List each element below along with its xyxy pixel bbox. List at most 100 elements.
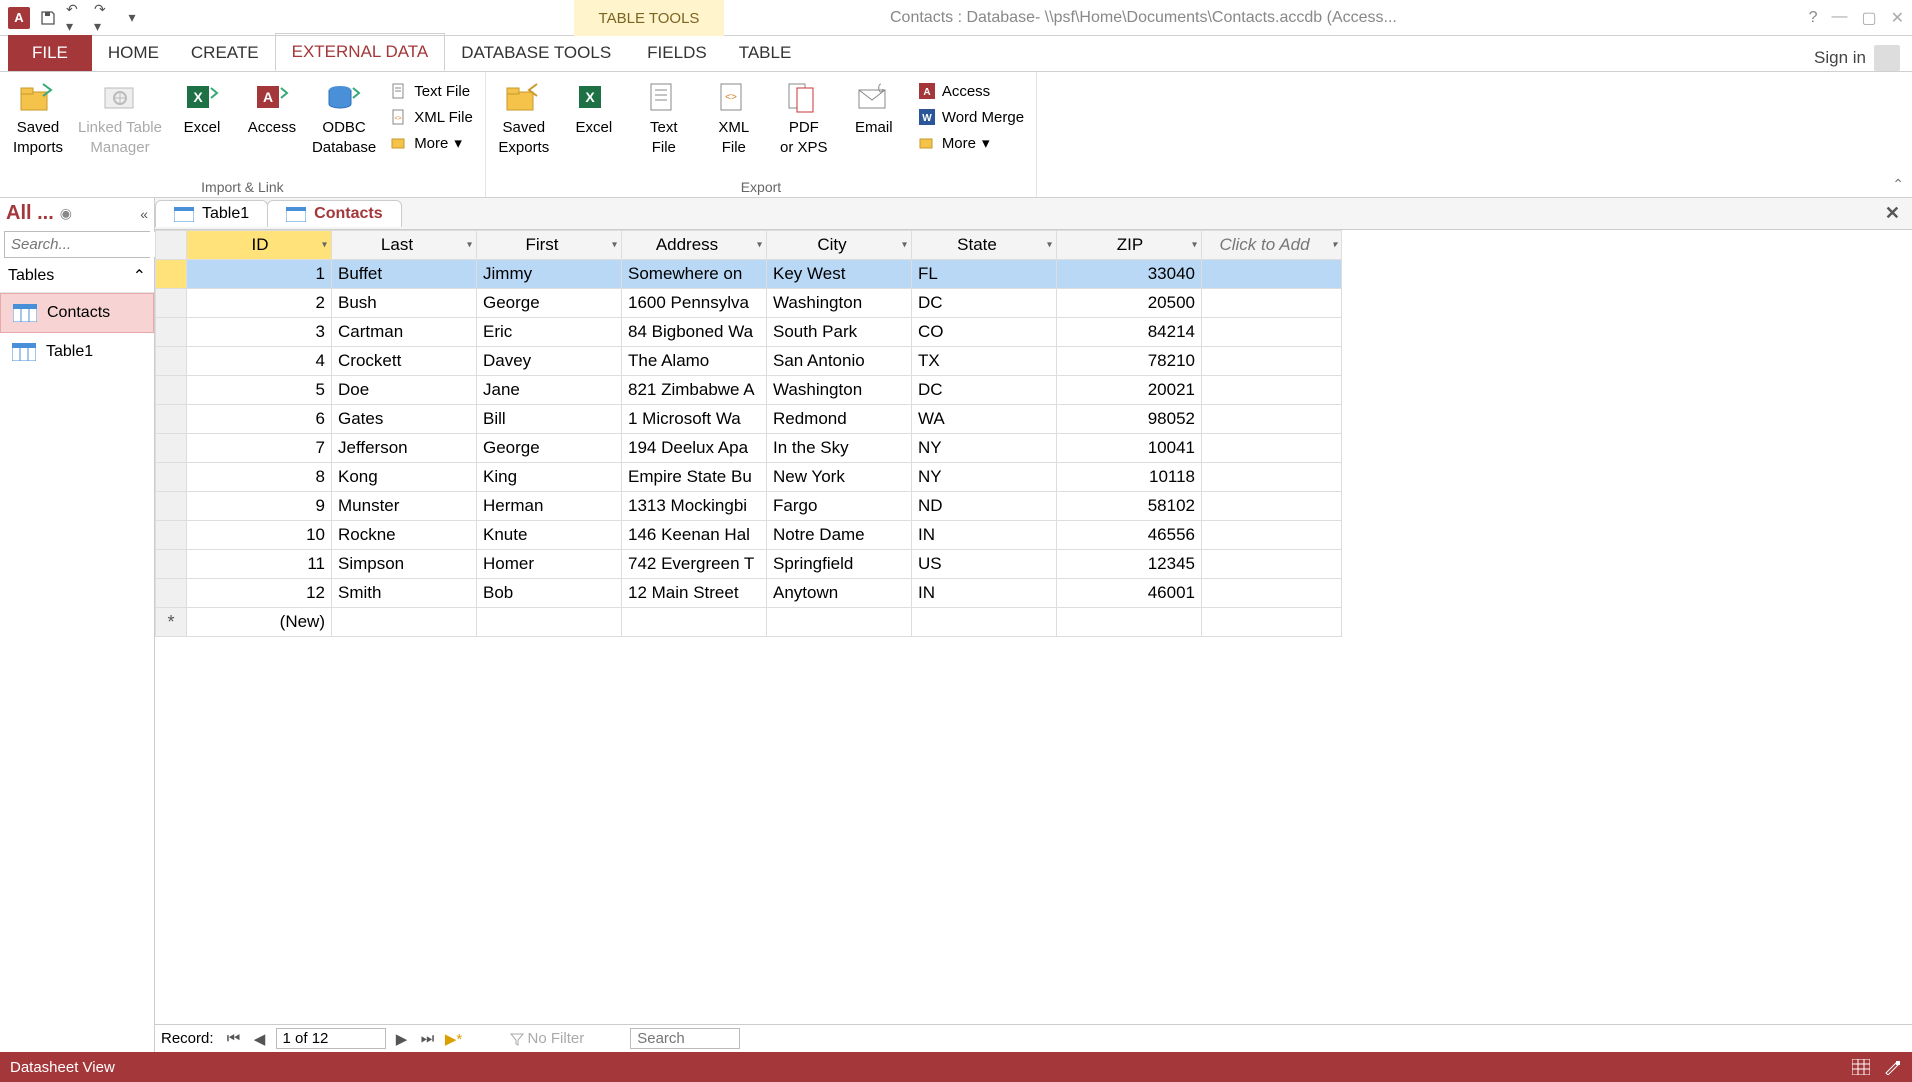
nav-prev-icon[interactable]: ◀ xyxy=(250,1030,270,1048)
cell-add[interactable] xyxy=(1202,492,1342,521)
cell-add[interactable] xyxy=(1202,260,1342,289)
export-excel-button[interactable]: X Excel xyxy=(564,80,624,138)
cell-state[interactable]: NY xyxy=(912,463,1057,492)
nav-last-icon[interactable]: ⏭ xyxy=(418,1030,438,1047)
cell-first[interactable]: Jimmy xyxy=(477,260,622,289)
cell-add[interactable] xyxy=(1202,376,1342,405)
cell-state[interactable]: DC xyxy=(912,376,1057,405)
column-header-state[interactable]: State▾ xyxy=(912,231,1057,260)
row-selector[interactable] xyxy=(156,289,187,318)
select-all-cell[interactable] xyxy=(156,231,187,260)
tab-database-tools[interactable]: DATABASE TOOLS xyxy=(445,35,627,71)
cell-zip[interactable]: 20021 xyxy=(1057,376,1202,405)
cell-id[interactable]: 6 xyxy=(187,405,332,434)
cell-first[interactable]: King xyxy=(477,463,622,492)
cell-city[interactable]: Springfield xyxy=(767,550,912,579)
tab-external-data[interactable]: EXTERNAL DATA xyxy=(275,33,446,71)
email-button[interactable]: Email xyxy=(844,80,904,138)
row-selector[interactable] xyxy=(156,492,187,521)
export-text-file-button[interactable]: Text File xyxy=(634,80,694,157)
new-row[interactable]: *(New) xyxy=(156,608,1342,637)
cell-add[interactable] xyxy=(1202,434,1342,463)
cell-state[interactable]: WA xyxy=(912,405,1057,434)
chevron-down-icon[interactable]: ▾ xyxy=(322,240,327,251)
table-row[interactable]: 1BuffetJimmySomewhere onKey WestFL33040 xyxy=(156,260,1342,289)
chevron-down-icon[interactable]: ▾ xyxy=(1192,240,1197,251)
cell-last[interactable]: Doe xyxy=(332,376,477,405)
help-icon[interactable]: ? xyxy=(1809,9,1818,27)
cell-address[interactable]: 84 Bigboned Wa xyxy=(622,318,767,347)
datasheet-view-icon[interactable] xyxy=(1852,1059,1870,1075)
save-icon[interactable] xyxy=(38,8,58,28)
nav-collapse-icon[interactable]: « xyxy=(140,206,148,222)
import-access-button[interactable]: A Access xyxy=(242,80,302,138)
table-row[interactable]: 9MunsterHerman1313 MockingbiFargoND58102 xyxy=(156,492,1342,521)
tab-home[interactable]: HOME xyxy=(92,35,175,71)
cell-zip[interactable]: 46556 xyxy=(1057,521,1202,550)
cell-state[interactable]: IN xyxy=(912,521,1057,550)
cell-address[interactable]: 12 Main Street xyxy=(622,579,767,608)
cell-city[interactable]: Fargo xyxy=(767,492,912,521)
no-filter[interactable]: No Filter xyxy=(510,1030,585,1047)
column-header-first[interactable]: First▾ xyxy=(477,231,622,260)
nav-title[interactable]: All ... xyxy=(6,202,54,225)
cell-last[interactable]: Kong xyxy=(332,463,477,492)
cell-add[interactable] xyxy=(1202,550,1342,579)
column-header-id[interactable]: ID▾ xyxy=(187,231,332,260)
cell-first[interactable]: Herman xyxy=(477,492,622,521)
cell-zip[interactable]: 33040 xyxy=(1057,260,1202,289)
record-position-input[interactable] xyxy=(276,1028,386,1049)
import-excel-button[interactable]: X Excel xyxy=(172,80,232,138)
column-header-zip[interactable]: ZIP▾ xyxy=(1057,231,1202,260)
new-row-indicator[interactable]: * xyxy=(156,608,187,637)
table-row[interactable]: 12SmithBob12 Main StreetAnytownIN46001 xyxy=(156,579,1342,608)
table-row[interactable]: 3CartmanEric84 Bigboned WaSouth ParkCO84… xyxy=(156,318,1342,347)
cell-last[interactable]: Munster xyxy=(332,492,477,521)
cell-address[interactable]: 194 Deelux Apa xyxy=(622,434,767,463)
cell-zip[interactable]: 12345 xyxy=(1057,550,1202,579)
cell-address[interactable]: 742 Evergreen T xyxy=(622,550,767,579)
cell-add[interactable] xyxy=(1202,318,1342,347)
cell-address[interactable]: 1600 Pennsylva xyxy=(622,289,767,318)
row-selector[interactable] xyxy=(156,463,187,492)
export-access-button[interactable]: A Access xyxy=(914,80,1028,102)
cell-last[interactable]: Buffet xyxy=(332,260,477,289)
chevron-down-icon[interactable]: ▾ xyxy=(902,240,907,251)
tab-table[interactable]: TABLE xyxy=(723,35,808,71)
cell-city[interactable]: Washington xyxy=(767,289,912,318)
cell-id[interactable]: 7 xyxy=(187,434,332,463)
maximize-icon[interactable]: ▢ xyxy=(1861,8,1876,28)
cell-last[interactable]: Smith xyxy=(332,579,477,608)
cell-id[interactable]: 5 xyxy=(187,376,332,405)
cell-last[interactable]: Bush xyxy=(332,289,477,318)
table-row[interactable]: 4CrockettDaveyThe AlamoSan AntonioTX7821… xyxy=(156,347,1342,376)
cell-address[interactable]: Somewhere on xyxy=(622,260,767,289)
doc-tab-table1[interactable]: Table1 xyxy=(155,200,268,227)
cell-zip[interactable]: 58102 xyxy=(1057,492,1202,521)
cell-address[interactable]: Empire State Bu xyxy=(622,463,767,492)
cell-state[interactable]: CO xyxy=(912,318,1057,347)
column-header-add[interactable]: Click to Add▾ xyxy=(1202,231,1342,260)
close-tab-icon[interactable]: ✕ xyxy=(1873,203,1912,224)
cell-zip[interactable]: 10118 xyxy=(1057,463,1202,492)
cell-first[interactable]: Davey xyxy=(477,347,622,376)
undo-icon[interactable]: ↶ ▾ xyxy=(66,8,86,28)
cell-city[interactable]: South Park xyxy=(767,318,912,347)
nav-dropdown-icon[interactable]: ◉ xyxy=(60,205,72,222)
cell-id[interactable]: 12 xyxy=(187,579,332,608)
chevron-down-icon[interactable]: ▾ xyxy=(467,240,472,251)
chevron-down-icon[interactable]: ▾ xyxy=(757,240,762,251)
tab-create[interactable]: CREATE xyxy=(175,35,275,71)
tab-fields[interactable]: FIELDS xyxy=(631,35,723,71)
design-view-icon[interactable] xyxy=(1884,1059,1902,1075)
nav-item-table1[interactable]: Table1 xyxy=(0,333,154,371)
cell-state[interactable]: DC xyxy=(912,289,1057,318)
cell-state[interactable]: US xyxy=(912,550,1057,579)
cell-add[interactable] xyxy=(1202,463,1342,492)
table-row[interactable]: 8KongKingEmpire State BuNew YorkNY10118 xyxy=(156,463,1342,492)
export-pdf-xps-button[interactable]: PDF or XPS xyxy=(774,80,834,157)
cell-id[interactable]: 3 xyxy=(187,318,332,347)
chevron-down-icon[interactable]: ▾ xyxy=(1332,240,1337,251)
cell-zip[interactable]: 98052 xyxy=(1057,405,1202,434)
doc-tab-contacts[interactable]: Contacts xyxy=(267,200,401,227)
